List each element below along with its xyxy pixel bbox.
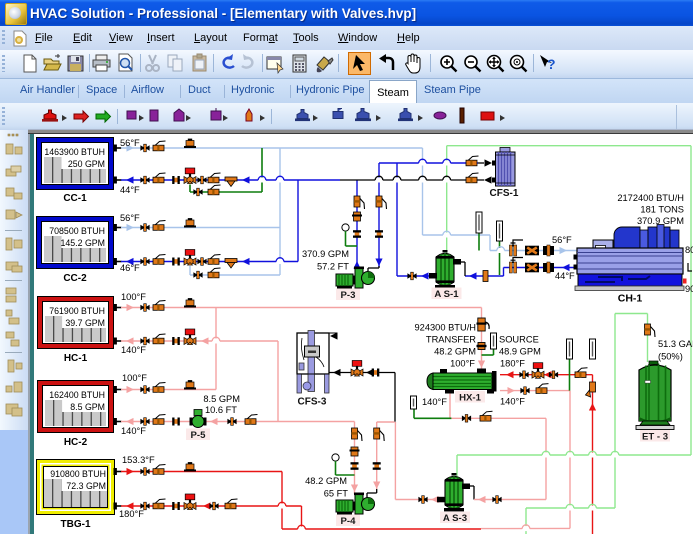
svg-text:153.3°F: 153.3°F <box>122 455 155 465</box>
svg-text:56°F: 56°F <box>120 138 140 148</box>
svg-text:CFS-3: CFS-3 <box>298 397 327 408</box>
svg-text:CC-1: CC-1 <box>63 193 87 204</box>
svg-text:1463900 BTUH: 1463900 BTUH <box>44 147 105 157</box>
svg-text:100°F: 100°F <box>121 292 146 302</box>
svg-text:72.3 GPM: 72.3 GPM <box>66 481 106 491</box>
svg-text:80.: 80. <box>685 245 693 255</box>
svg-text:708500 BTUH: 708500 BTUH <box>49 226 105 236</box>
svg-text:HX-1: HX-1 <box>459 393 482 404</box>
svg-text:761900 BTUH: 761900 BTUH <box>49 306 105 316</box>
svg-text:65 FT: 65 FT <box>324 489 349 499</box>
svg-text:CC-2: CC-2 <box>63 273 87 284</box>
svg-text:145.2 GPM: 145.2 GPM <box>61 238 106 248</box>
svg-text:TRANSFER: TRANSFER <box>426 335 476 345</box>
svg-text:140°F: 140°F <box>422 397 447 407</box>
svg-text:140°F: 140°F <box>121 426 146 436</box>
svg-text:CH-1: CH-1 <box>618 293 643 305</box>
svg-text:370.9 GPM: 370.9 GPM <box>637 216 684 226</box>
svg-text:2172400 BTU/H: 2172400 BTU/H <box>617 193 684 203</box>
svg-text:?: ? <box>547 56 556 72</box>
svg-text:(50%): (50%) <box>658 352 683 362</box>
svg-text:TBG-1: TBG-1 <box>61 519 91 530</box>
svg-text:44°F: 44°F <box>120 185 140 195</box>
svg-text:910800 BTUH: 910800 BTUH <box>50 469 106 479</box>
svg-text:48.2 GPM: 48.2 GPM <box>434 347 476 357</box>
svg-text:180°F: 180°F <box>500 359 525 369</box>
svg-text:100°F: 100°F <box>122 373 147 383</box>
svg-text:48.9 GPM: 48.9 GPM <box>499 347 541 357</box>
svg-text:HC-1: HC-1 <box>64 353 88 364</box>
svg-text:180°F: 180°F <box>119 509 144 519</box>
svg-text:8.5 GPM: 8.5 GPM <box>70 402 105 412</box>
svg-text:924300 BTU/H: 924300 BTU/H <box>415 323 477 333</box>
svg-text:162400 BTUH: 162400 BTUH <box>49 390 105 400</box>
svg-text:39.7 GPM: 39.7 GPM <box>65 318 105 328</box>
svg-text:8.5 GPM: 8.5 GPM <box>203 394 240 404</box>
svg-text:100°F: 100°F <box>450 359 475 369</box>
svg-text:P-3: P-3 <box>341 290 356 301</box>
svg-text:56°F: 56°F <box>552 235 572 245</box>
svg-text:181 TONS: 181 TONS <box>640 205 684 215</box>
svg-text:P-5: P-5 <box>191 430 207 441</box>
svg-text:140°F: 140°F <box>500 397 525 407</box>
svg-text:P-4: P-4 <box>341 516 357 527</box>
svg-text:370.9 GPM: 370.9 GPM <box>302 249 349 259</box>
svg-text:250 GPM: 250 GPM <box>68 159 105 169</box>
svg-text:140°F: 140°F <box>121 345 146 355</box>
svg-text:48.2 GPM: 48.2 GPM <box>305 476 347 486</box>
svg-text:ET - 3: ET - 3 <box>642 432 668 443</box>
svg-text:HC-2: HC-2 <box>64 437 88 448</box>
svg-text:46°F: 46°F <box>120 263 140 273</box>
svg-text:51.3 GAL: 51.3 GAL <box>658 339 693 349</box>
svg-text:44°F: 44°F <box>555 271 575 281</box>
svg-text:56°F: 56°F <box>120 213 140 223</box>
svg-text:10.6 FT: 10.6 FT <box>205 405 237 415</box>
svg-text:CFS-1: CFS-1 <box>490 188 519 199</box>
svg-text:A S-1: A S-1 <box>434 289 459 300</box>
svg-text:A S-3: A S-3 <box>443 513 467 524</box>
svg-text:57.2 FT: 57.2 FT <box>317 262 349 272</box>
svg-text:SOURCE: SOURCE <box>499 335 539 345</box>
svg-text:90.: 90. <box>685 284 693 294</box>
